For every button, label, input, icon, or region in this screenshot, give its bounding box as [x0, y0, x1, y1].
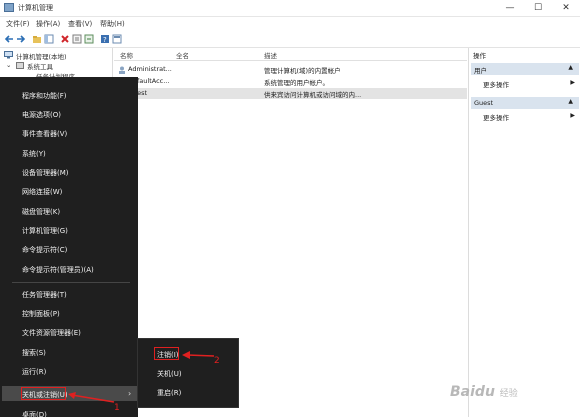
menu-item-explorer[interactable]: 文件资源管理器(E): [22, 328, 81, 338]
annotation-arrow-2: [182, 351, 215, 359]
menu-bar: 文件(F) 操作(A) 查看(V) 帮助(H): [0, 17, 580, 31]
table-row-selected[interactable]: Guest 供来宾访问计算机或访问域的内...: [114, 88, 467, 99]
row-name: Administrat...: [128, 65, 172, 73]
delete-icon[interactable]: [60, 34, 70, 44]
table-row[interactable]: DefaultAcc... 系统管理的用户帐户。: [114, 76, 467, 87]
menu-item-power-options[interactable]: 电源选项(O): [22, 110, 61, 120]
more-actions-link[interactable]: 更多操作: [483, 112, 509, 122]
maximize-button[interactable]: ☐: [524, 0, 552, 16]
user-icon: [119, 66, 125, 74]
minimize-button[interactable]: —: [496, 0, 524, 16]
menu-item-cmd[interactable]: 命令提示符(C): [22, 245, 67, 255]
pane-icon[interactable]: [44, 34, 54, 44]
baidu-watermark: Baidu 经验: [450, 384, 518, 400]
folder-icon[interactable]: [32, 34, 42, 44]
submenu-arrow-icon[interactable]: ▶: [570, 112, 575, 119]
menu-item-task-manager[interactable]: 任务管理器(T): [22, 290, 67, 300]
list-header: 名称 全名 描述: [114, 48, 467, 61]
console-icon[interactable]: [112, 34, 122, 44]
tools-icon: [16, 62, 24, 69]
chevron-right-icon: ›: [128, 389, 132, 398]
toolbar: ?: [0, 31, 580, 48]
row-desc: 供来宾访问计算机或访问域的内...: [264, 91, 362, 99]
export-icon[interactable]: [84, 34, 94, 44]
watermark-sub: 经验: [499, 389, 518, 399]
tree-system-tools[interactable]: 系统工具: [27, 61, 53, 71]
collapse-up-icon[interactable]: ▲: [568, 64, 573, 71]
expand-chevron-icon[interactable]: ⌄: [6, 61, 11, 69]
menu-separator: [12, 282, 130, 283]
menu-item-disk-mgmt[interactable]: 磁盘管理(K): [22, 207, 60, 217]
menu-item-run[interactable]: 运行(R): [22, 367, 46, 377]
section-title: 用户: [474, 67, 487, 75]
menu-item-device-manager[interactable]: 设备管理器(M): [22, 168, 69, 178]
computer-management-icon: [4, 3, 14, 12]
highlight-box-signout: [154, 347, 179, 360]
menu-action[interactable]: 操作(A): [36, 19, 60, 29]
submenu-arrow-icon[interactable]: ▶: [570, 79, 575, 86]
menu-item-network[interactable]: 网络连接(W): [22, 187, 62, 197]
menu-item-desktop[interactable]: 桌面(D): [22, 410, 47, 420]
computer-icon: [4, 51, 13, 59]
shutdown-submenu: 注销(I) 关机(U) 重启(R): [137, 338, 239, 408]
menu-item-programs[interactable]: 程序和功能(F): [22, 91, 67, 101]
actions-header: 操作: [473, 52, 486, 60]
menu-item-search[interactable]: 搜索(S): [22, 348, 46, 358]
collapse-up-icon[interactable]: ▲: [568, 98, 573, 105]
help-icon[interactable]: ?: [100, 34, 110, 44]
section-title: Guest: [474, 99, 494, 107]
row-desc: 管理计算机(域)的内置帐户: [264, 67, 341, 75]
svg-text:?: ?: [103, 36, 107, 44]
submenu-item-shutdown[interactable]: 关机(U): [157, 369, 182, 379]
step-number-1: 1: [114, 403, 120, 413]
tree-root[interactable]: 计算机管理(本地): [16, 51, 67, 61]
table-row[interactable]: Administrat... 管理计算机(域)的内置帐户: [114, 64, 467, 75]
menu-file[interactable]: 文件(F): [6, 19, 30, 29]
step-number-2: 2: [214, 356, 220, 366]
actions-pane: 操作 用户 ▲ 更多操作 ▶ Guest ▲ 更多操作 ▶: [468, 48, 580, 417]
actions-section-guest[interactable]: Guest ▲: [471, 97, 579, 109]
forward-arrow-icon[interactable]: [16, 34, 26, 44]
more-actions-link[interactable]: 更多操作: [483, 79, 509, 89]
menu-item-control-panel[interactable]: 控制面板(P): [22, 309, 60, 319]
menu-help[interactable]: 帮助(H): [100, 19, 125, 29]
properties-icon[interactable]: [72, 34, 82, 44]
menu-item-computer-mgmt[interactable]: 计算机管理(G): [22, 226, 68, 236]
column-desc[interactable]: 描述: [264, 50, 277, 60]
annotation-arrow-1: [68, 392, 115, 403]
title-bar: 计算机管理 — ☐ ✕: [0, 0, 580, 17]
highlight-box-shutdown: [21, 387, 66, 400]
column-fullname[interactable]: 全名: [176, 50, 189, 60]
watermark-brand: Baidu: [450, 384, 495, 400]
back-arrow-icon[interactable]: [4, 34, 14, 44]
menu-item-system[interactable]: 系统(Y): [22, 149, 46, 159]
window-title: 计算机管理: [18, 4, 53, 12]
column-name[interactable]: 名称: [120, 50, 133, 60]
menu-item-cmd-admin[interactable]: 命令提示符(管理员)(A): [22, 265, 94, 275]
actions-section-users[interactable]: 用户 ▲: [471, 63, 579, 75]
winx-menu: 程序和功能(F) 电源选项(O) 事件查看器(V) 系统(Y) 设备管理器(M)…: [0, 77, 138, 420]
close-button[interactable]: ✕: [552, 0, 580, 16]
menu-view[interactable]: 查看(V): [68, 19, 92, 29]
menu-item-event-viewer[interactable]: 事件查看器(V): [22, 129, 67, 139]
submenu-item-restart[interactable]: 重启(R): [157, 388, 181, 398]
row-desc: 系统管理的用户帐户。: [264, 79, 329, 87]
